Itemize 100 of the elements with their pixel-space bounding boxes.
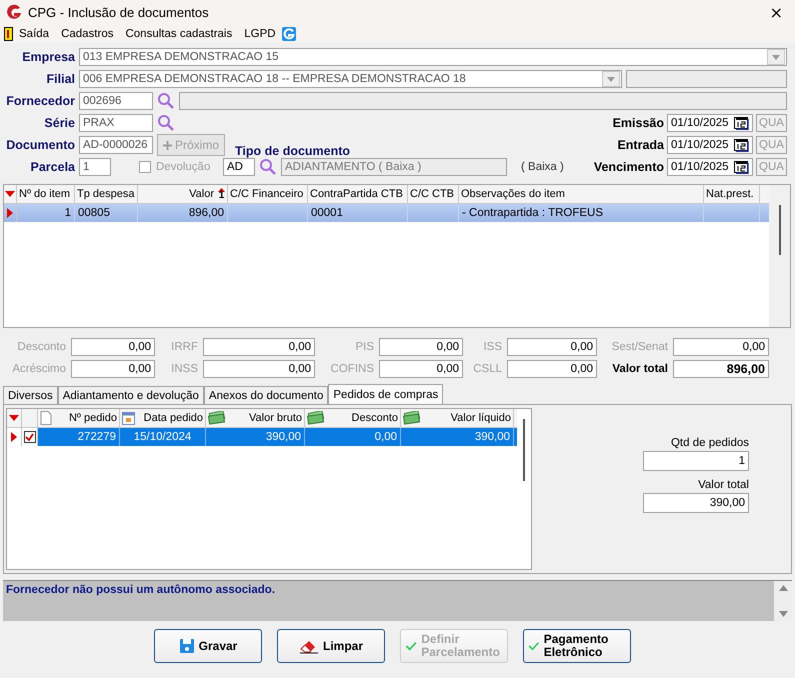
tab[interactable]: Anexos do documento <box>204 386 328 404</box>
total-label: Sest/Senat <box>610 341 669 353</box>
amount-field: 0,00 <box>203 338 315 356</box>
scrollbar[interactable] <box>769 185 790 327</box>
column-header[interactable]: Tp despesa <box>75 185 138 203</box>
summary-field: 390,00 <box>643 493 749 513</box>
date-field[interactable]: 01/10/2025 <box>667 136 753 154</box>
table-cell: 1 <box>17 204 75 222</box>
column-header[interactable]: Data pedido <box>120 409 206 427</box>
amount-field: 896,00 <box>673 360 769 378</box>
calendar-icon <box>122 412 135 424</box>
scroll-down-icon[interactable] <box>778 611 788 617</box>
installment-field[interactable]: 1 <box>79 158 111 176</box>
field-label: Empresa <box>21 50 75 64</box>
action-button[interactable]: Pagamento Eletrônico <box>523 629 631 663</box>
total-label: CSLL <box>472 363 503 375</box>
table-row[interactable]: 1 00805 896,00 00001 - Contrapartida : TROFEUS <box>4 204 769 222</box>
column-header[interactable]: Desconto <box>305 409 401 427</box>
document-type-code-field[interactable]: AD <box>223 158 255 176</box>
company-dropdown[interactable]: 013 EMPRESA DEMONSTRACAO 15 <box>79 48 787 66</box>
total-label: Valor total <box>611 363 669 375</box>
table-cell: 896,00 <box>138 204 228 222</box>
table-cell: - Contrapartida : TROFEUS <box>459 204 704 222</box>
column-header[interactable]: C/C Financeiro <box>228 185 308 203</box>
document-type-field: ADIANTAMENTO ( Baixa ) <box>281 158 507 176</box>
summary-label: Qtd de pedidos <box>670 437 749 449</box>
date-field[interactable]: 01/10/2025 <box>667 114 753 132</box>
branch-dropdown[interactable]: 006 EMPRESA DEMONSTRACAO 18 -- EMPRESA DEMONSTRACAO 18 <box>79 70 622 88</box>
column-header[interactable]: C/C CTB <box>408 185 459 203</box>
calendar-icon[interactable] <box>734 160 749 174</box>
total-label: COFINS <box>330 363 375 375</box>
tab[interactable]: Pedidos de compras <box>328 384 444 404</box>
menu-arrow-icon <box>9 415 19 421</box>
banknotes-icon <box>403 411 421 425</box>
eraser-icon <box>298 638 319 654</box>
date-label: Entrada <box>617 138 664 152</box>
row-checkbox[interactable] <box>24 431 36 443</box>
exit-door-icon[interactable] <box>4 26 13 40</box>
search-icon[interactable] <box>259 158 277 176</box>
plus-icon <box>163 140 172 150</box>
row-pointer-icon <box>11 432 17 442</box>
window-title: CPG - Inclusão de documentos <box>28 4 210 20</box>
column-header[interactable]: Nat.prest. <box>704 185 760 203</box>
app-logo-icon[interactable] <box>282 26 296 40</box>
column-header[interactable]: Valor bruto <box>206 409 305 427</box>
app-logo-icon <box>6 4 22 20</box>
total-label: ISS <box>482 341 503 353</box>
date-field[interactable]: 01/10/2025 <box>667 158 753 176</box>
amount-field: 0,00 <box>71 360 155 378</box>
document-field[interactable]: AD-0000026 <box>79 136 153 154</box>
total-label: PIS <box>354 341 375 353</box>
column-header[interactable]: Valor 1 <box>138 185 228 203</box>
menu-item[interactable]: LGPD <box>238 28 282 40</box>
field-label: Documento <box>5 138 75 152</box>
column-header[interactable]: Nº pedido <box>38 409 120 427</box>
menu-item[interactable]: Cadastros <box>55 28 120 40</box>
amount-field: 0,00 <box>71 338 155 356</box>
status-message: Fornecedor não possui um autônomo associado. <box>5 583 276 598</box>
search-icon[interactable] <box>157 92 175 110</box>
weekday-field: QUA <box>756 136 787 154</box>
total-label: INSS <box>170 363 199 375</box>
tab[interactable]: Adiantamento e devolução <box>58 386 204 404</box>
field-label: Filial <box>46 72 75 86</box>
amount-field: 0,00 <box>379 360 463 378</box>
table-cell: 0,00 <box>305 428 401 446</box>
row-pointer-icon <box>7 208 13 218</box>
tab[interactable]: Diversos <box>3 386 58 404</box>
amount-field: 0,00 <box>379 338 463 356</box>
table-cell: 272279 <box>38 428 120 446</box>
series-field[interactable]: PRAX <box>79 114 153 132</box>
calendar-icon[interactable] <box>734 116 749 130</box>
action-button[interactable]: Limpar <box>277 629 385 663</box>
total-label: Acréscimo <box>11 363 67 375</box>
column-header[interactable]: Nº do item <box>17 185 75 203</box>
table-cell: 390,00 <box>401 428 514 446</box>
action-button[interactable]: Gravar <box>154 629 262 663</box>
amount-field: 0,00 <box>507 338 597 356</box>
column-header[interactable]: ContraPartida CTB <box>308 185 408 203</box>
check-icon <box>405 639 418 653</box>
amount-field: 0,00 <box>673 338 769 356</box>
section-label: Tipo de documento <box>235 144 350 158</box>
check-icon <box>528 639 540 653</box>
supplier-code-field[interactable]: 002696 <box>79 92 153 110</box>
close-button[interactable]: × <box>764 2 789 22</box>
scroll-up-icon[interactable] <box>778 585 788 591</box>
column-header[interactable]: Valor líquido <box>401 409 514 427</box>
menu-item[interactable]: Saída <box>13 28 56 40</box>
table-cell: 390,00 <box>206 428 305 446</box>
calendar-icon[interactable] <box>734 138 749 152</box>
column-header[interactable]: Observações do item <box>459 185 704 203</box>
summary-label: Valor total <box>698 479 749 491</box>
field-label: Parcela <box>30 160 75 174</box>
table-cell: 00805 <box>75 204 138 222</box>
weekday-field: QUA <box>756 114 787 132</box>
table-row[interactable]: 272279 15/10/2024 390,00 0,00 390,00 <box>7 428 517 446</box>
search-icon[interactable] <box>157 114 175 132</box>
amount-field: 0,00 <box>203 360 315 378</box>
banknotes-icon <box>208 411 226 425</box>
menu-item[interactable]: Consultas cadastrais <box>119 28 238 40</box>
field-label: Série <box>43 116 75 130</box>
